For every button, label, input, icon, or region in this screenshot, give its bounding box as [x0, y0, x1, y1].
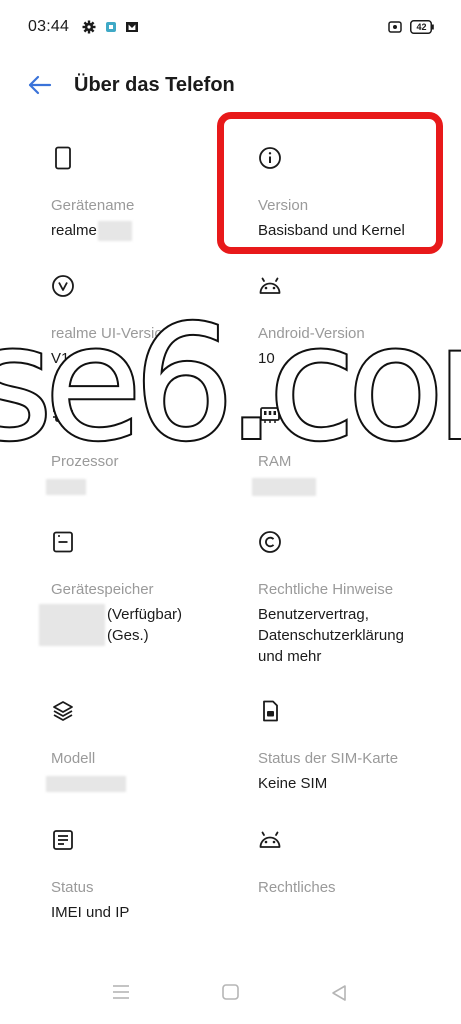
item-sim-status[interactable]: Status der SIM-Karte Keine SIM [258, 699, 458, 794]
gmail-icon [126, 22, 138, 32]
system-navigation-bar [0, 960, 461, 1024]
status-label: Status [51, 879, 94, 896]
screen-record-icon [388, 21, 402, 33]
gear-icon [82, 20, 96, 34]
item-android-version[interactable]: Android-Version 10 [258, 274, 458, 369]
legal-notes-value-line3: und mehr [258, 648, 322, 665]
redacted-value [97, 221, 132, 242]
battery-level: 42 [416, 22, 427, 32]
home-icon [222, 984, 239, 1000]
realme-ui-value: V1.0 [51, 350, 82, 367]
chip-icon [53, 404, 73, 424]
recent-apps-button[interactable] [112, 984, 130, 1005]
legal-notes-value-line1: Benutzervertrag, [258, 606, 369, 623]
phone-icon [55, 146, 71, 170]
status-time: 03:44 [28, 18, 70, 35]
realme-ui-label: realme UI-Version [51, 325, 172, 342]
item-processor[interactable]: Prozessor [46, 402, 251, 497]
back-button[interactable] [22, 70, 56, 100]
redacted-value [46, 479, 86, 496]
sim-icon [263, 700, 278, 722]
item-device-storage[interactable]: Gerätespeicher (Verfügbar) (Ges.) [39, 530, 251, 648]
menu-icon [113, 985, 129, 999]
ram-icon [260, 407, 280, 423]
android-version-label: Android-Version [258, 325, 365, 342]
back-nav-button[interactable] [330, 984, 348, 1007]
item-legal[interactable]: Rechtliches [258, 828, 458, 898]
arrow-left-icon [28, 75, 52, 95]
storage-icon [53, 531, 73, 553]
storage-total: (Ges.) [107, 627, 149, 644]
status-value: IMEI und IP [51, 904, 130, 921]
redacted-value [39, 604, 105, 646]
ram-label: RAM [258, 453, 292, 470]
item-realme-ui-version[interactable]: realme UI-Version V1.0 [51, 274, 251, 369]
legal-label: Rechtliches [258, 879, 336, 896]
legal-notes-value-line2: Datenschutzerklärung [258, 627, 404, 644]
item-model[interactable]: Modell [46, 699, 251, 794]
document-icon [53, 830, 73, 850]
status-bar: 03:44 42 [0, 0, 461, 56]
page-title: Über das Telefon [74, 74, 235, 96]
realme-v-icon [52, 275, 74, 297]
sim-status-value: Keine SIM [258, 775, 328, 792]
copyright-icon [259, 531, 281, 553]
device-name-value: realme [51, 222, 97, 239]
app-icon [106, 22, 116, 32]
storage-label: Gerätespeicher [51, 581, 154, 598]
storage-available: (Verfügbar) [107, 606, 183, 623]
legal-notes-label: Rechtliche Hinweise [258, 581, 394, 598]
model-label: Modell [51, 750, 96, 767]
android-icon [259, 277, 281, 294]
layers-icon [53, 701, 73, 721]
item-status[interactable]: Status IMEI und IP [51, 828, 251, 923]
battery-icon: 42 [410, 20, 434, 34]
android-version-value: 10 [258, 350, 275, 367]
redacted-value [252, 478, 316, 497]
processor-label: Prozessor [51, 453, 119, 470]
app-bar: Über das Telefon [0, 56, 461, 116]
item-legal-notes[interactable]: Rechtliche Hinweise Benutzervertrag, Dat… [258, 530, 458, 667]
android-icon [259, 831, 281, 848]
redacted-value [46, 776, 126, 793]
sim-status-label: Status der SIM-Karte [258, 750, 399, 767]
highlight-box [217, 112, 443, 254]
item-ram[interactable]: RAM [252, 402, 458, 497]
back-icon [332, 985, 346, 1001]
home-button[interactable] [222, 984, 239, 1005]
